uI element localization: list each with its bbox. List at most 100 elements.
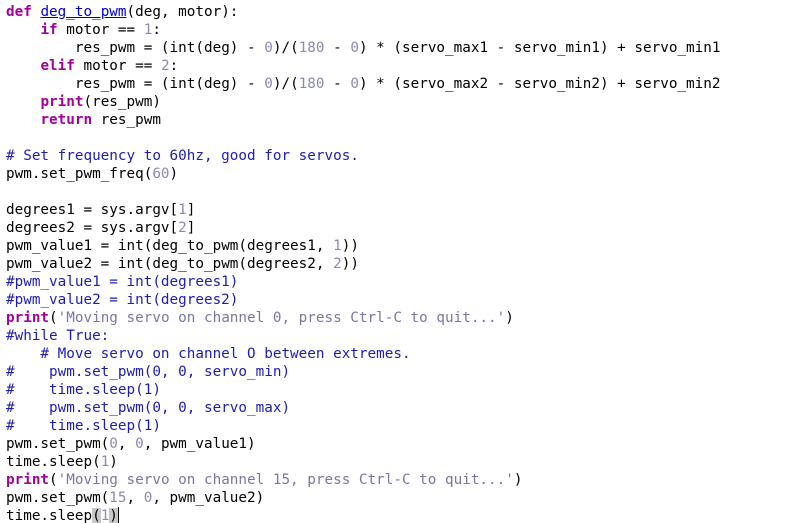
code-line: elif motor == 2: — [6, 57, 720, 75]
code-line: print('Moving servo on channel 15, press… — [6, 471, 720, 489]
code-token-kw: elif — [40, 58, 75, 74]
code-token-cmt: # time.sleep(1) — [6, 418, 161, 434]
code-token-plain: , — [126, 490, 144, 506]
code-line: return res_pwm — [6, 111, 720, 129]
code-token-num: 0 — [109, 436, 118, 452]
code-token-plain: res_pwm — [92, 112, 161, 128]
code-token-plain: : — [152, 22, 161, 38]
code-token-str: 'Moving servo on channel 15, press Ctrl-… — [57, 472, 514, 488]
code-token-plain: res_pwm = ( — [6, 40, 170, 56]
code-token-cmt: #pwm_value1 = int(degrees1) — [6, 274, 239, 290]
code-token-plain: ) — [505, 310, 514, 326]
code-token-plain: (deg) - — [195, 76, 265, 92]
code-token-cmt: #while True: — [6, 328, 110, 344]
code-token-num: 1 — [100, 508, 110, 523]
code-token-plain: degrees1 = sys.argv[ — [6, 202, 179, 218]
code-token-kw: if — [40, 22, 58, 38]
code-token-plain: int — [169, 76, 196, 92]
matched-bracket: ( — [92, 508, 101, 523]
code-line: def deg_to_pwm(deg, motor): — [6, 3, 720, 21]
text-cursor — [117, 507, 119, 523]
code-token-cmt: # time.sleep(1) — [6, 382, 161, 398]
code-text-area[interactable]: def deg_to_pwm(deg, motor): if motor == … — [6, 3, 720, 523]
code-token-plain: )/( — [272, 40, 299, 56]
code-token-plain: ( — [49, 310, 58, 326]
code-token-plain: , — [117, 436, 136, 452]
code-token-plain: pwm.set_pwm_freq( — [6, 166, 153, 182]
code-token-num: 2 — [333, 256, 342, 272]
code-token-num: 1 — [333, 238, 342, 254]
code-token-cmt: # pwm.set_pwm(0, 0, servo_max) — [6, 400, 291, 416]
code-token-plain: degrees2 = sys.argv[ — [6, 220, 179, 236]
code-token-plain: ( — [49, 472, 58, 488]
code-line: # time.sleep(1) — [6, 381, 720, 399]
matched-bracket: ) — [109, 508, 118, 523]
code-token-num: 0 — [350, 76, 359, 92]
code-line: pwm.set_pwm(15, 0, pwm_value2) — [6, 489, 720, 507]
code-line: pwm.set_pwm_freq(60) — [6, 165, 720, 183]
code-line: if motor == 1: — [6, 21, 720, 39]
code-line: time.sleep(1) — [6, 507, 720, 523]
code-line: pwm_value1 = int(deg_to_pwm(degrees1, 1)… — [6, 237, 720, 255]
code-token-plain: , pwm_value2) — [152, 490, 265, 506]
code-token-num: 1 — [178, 202, 187, 218]
code-token-plain: - — [324, 76, 351, 92]
code-token-kw: print — [6, 472, 50, 488]
code-token-cmt: # Set frequency to 60hz, good for servos… — [6, 148, 359, 164]
code-token-fn: deg_to_pwm — [40, 4, 127, 20]
code-token-plain: int — [117, 238, 144, 254]
code-line: time.sleep(1) — [6, 453, 720, 471]
code-line: # Move servo on channel O between extrem… — [6, 345, 720, 363]
code-token-plain: )/( — [272, 76, 299, 92]
code-token-plain: motor == — [74, 58, 161, 74]
code-token-plain: int — [117, 256, 144, 272]
code-line: degrees2 = sys.argv[2] — [6, 219, 720, 237]
code-token-plain: (deg) - — [195, 40, 265, 56]
code-token-plain: pwm.set_pwm( — [6, 490, 110, 506]
code-token-plain: ) * (servo_max1 - servo_min1) + servo_mi… — [358, 40, 721, 56]
code-token-num: 0 — [264, 76, 273, 92]
code-line: pwm_value2 = int(deg_to_pwm(degrees2, 2)… — [6, 255, 720, 273]
code-token-kw: print — [40, 94, 84, 110]
code-line: res_pwm = (int(deg) - 0)/(180 - 0) * (se… — [6, 75, 721, 93]
code-token-plain: (deg, motor): — [126, 4, 239, 20]
code-line: #pwm_value1 = int(degrees1) — [6, 273, 720, 291]
code-token-plain: ] — [186, 202, 196, 218]
code-token-plain: pwm_value1 = — [6, 238, 118, 254]
code-token-kw: return — [40, 112, 93, 128]
code-token-plain: pwm.set_pwm( — [6, 436, 110, 452]
code-token-plain: res_pwm = ( — [6, 76, 170, 92]
code-token-num: 0 — [350, 40, 359, 56]
code-token-plain: motor == — [57, 22, 144, 38]
code-token-plain: ) — [513, 472, 523, 488]
code-token-plain: : — [169, 58, 179, 74]
code-token-str: 'Moving servo on channel 0, press Ctrl-C… — [57, 310, 506, 326]
code-token-num: 0 — [135, 436, 144, 452]
code-line: # Set frequency to 60hz, good for servos… — [6, 147, 720, 165]
code-token-num: 1 — [100, 454, 110, 470]
code-editor[interactable]: def deg_to_pwm(deg, motor): if motor == … — [0, 0, 799, 523]
code-line: degrees1 = sys.argv[1] — [6, 201, 720, 219]
code-token-cmt: # pwm.set_pwm(0, 0, servo_min) — [6, 364, 291, 380]
code-token-num: 180 — [298, 76, 325, 92]
code-token-plain: (deg_to_pwm(degrees2, — [143, 256, 334, 272]
code-token-kw: def — [6, 4, 32, 20]
code-token-plain: ) — [109, 454, 118, 470]
code-line: # time.sleep(1) — [6, 417, 720, 435]
code-line: #while True: — [6, 327, 720, 345]
code-token-plain: time.sleep( — [6, 454, 101, 470]
code-token-num: 2 — [178, 220, 187, 236]
code-token-plain: ] — [186, 220, 196, 236]
code-token-cmt: #pwm_value2 = int(degrees2) — [6, 292, 239, 308]
code-token-cmt: # Move servo on channel O between extrem… — [6, 346, 411, 362]
code-token-num: 60 — [152, 166, 170, 182]
code-token-kw: print — [6, 310, 50, 326]
code-token-plain: - — [324, 40, 351, 56]
code-token-plain: ) * (servo_max2 - servo_min2) + servo_mi… — [358, 76, 721, 92]
code-line: # pwm.set_pwm(0, 0, servo_max) — [6, 399, 720, 417]
